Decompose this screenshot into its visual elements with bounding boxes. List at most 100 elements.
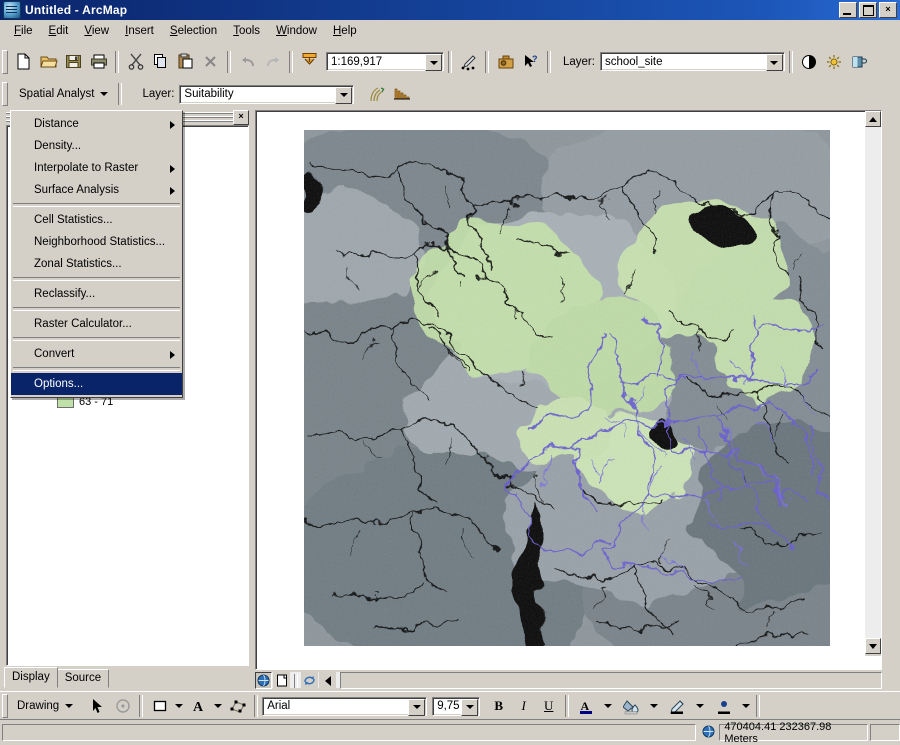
font-size-combo[interactable]: 9,75: [432, 696, 481, 716]
menu-item-zonal-statistics[interactable]: Zonal Statistics...: [11, 253, 182, 275]
add-data-icon[interactable]: [297, 50, 322, 74]
chevron-down-icon[interactable]: [765, 54, 783, 71]
map-scale-combo[interactable]: 1:169,917: [326, 52, 444, 71]
toolbar-separator: [448, 50, 452, 73]
print-icon[interactable]: [86, 50, 111, 74]
copy-icon[interactable]: [148, 50, 173, 74]
editor-toolbar-icon[interactable]: [456, 50, 481, 74]
line-color-icon[interactable]: [665, 694, 690, 718]
menu-item-surface-analysis[interactable]: Surface Analysis: [11, 179, 182, 201]
undo-arrow-icon[interactable]: [235, 50, 260, 74]
map-display-frame[interactable]: [255, 110, 882, 670]
toc-close-button[interactable]: ×: [233, 109, 249, 125]
toolbar-grip[interactable]: [2, 694, 8, 718]
toolbar-grip[interactable]: [2, 82, 8, 106]
suitability-raster-map[interactable]: [304, 130, 830, 646]
redo-arrow-icon[interactable]: [260, 50, 285, 74]
tab-display[interactable]: Display: [4, 667, 58, 688]
menu-tools[interactable]: Tools: [225, 22, 268, 40]
close-button[interactable]: ×: [879, 2, 897, 18]
new-document-icon[interactable]: [11, 50, 36, 74]
chevron-down-icon[interactable]: [408, 698, 426, 716]
chevron-down-icon[interactable]: [425, 54, 442, 71]
maximize-button[interactable]: [859, 2, 877, 18]
scroll-track[interactable]: [865, 127, 881, 638]
toolbar-grip[interactable]: [2, 49, 8, 74]
font-color-icon[interactable]: A: [573, 694, 598, 718]
rotate-icon[interactable]: [110, 694, 135, 718]
map-vertical-scrollbar[interactable]: [865, 111, 881, 656]
new-rectangle-icon[interactable]: [147, 694, 172, 718]
menu-item-interpolate-to-raster[interactable]: Interpolate to Raster: [11, 157, 182, 179]
menu-item-raster-calculator[interactable]: Raster Calculator...: [11, 313, 182, 335]
menu-edit[interactable]: Edit: [41, 22, 77, 40]
underline-button[interactable]: U: [536, 694, 561, 718]
toolbar-separator: [788, 50, 793, 73]
pause-drawing-icon[interactable]: [319, 672, 336, 689]
menu-file[interactable]: FFileile: [6, 22, 41, 40]
select-arrow-icon[interactable]: [85, 694, 110, 718]
chevron-down-icon[interactable]: [696, 704, 705, 708]
italic-button[interactable]: I: [511, 694, 536, 718]
spatial-analyst-menu-button[interactable]: Spatial Analyst: [13, 83, 115, 105]
menu-separator: [13, 203, 180, 207]
new-text-icon[interactable]: A: [186, 694, 211, 718]
paste-icon[interactable]: [173, 50, 198, 74]
menu-view[interactable]: View: [76, 22, 117, 40]
chevron-down-icon[interactable]: [335, 86, 353, 104]
open-folder-icon[interactable]: [36, 50, 61, 74]
save-icon[interactable]: [61, 50, 86, 74]
delete-x-icon[interactable]: [198, 50, 223, 74]
menu-item-cell-statistics[interactable]: Cell Statistics...: [11, 209, 182, 231]
minimize-button[interactable]: [839, 2, 857, 18]
tab-source[interactable]: Source: [56, 669, 110, 688]
arctoolbox-icon[interactable]: [493, 50, 518, 74]
chevron-down-icon[interactable]: [172, 694, 186, 718]
spatial-analyst-dropdown-menu[interactable]: Distance Density... Interpolate to Raste…: [10, 110, 183, 398]
menu-window[interactable]: Window: [268, 22, 325, 40]
fill-color-icon[interactable]: [619, 694, 644, 718]
layout-view-icon[interactable]: [273, 672, 290, 689]
marker-color-icon[interactable]: [711, 694, 736, 718]
drawing-menu-button[interactable]: Drawing: [11, 695, 80, 717]
font-color-button[interactable]: A: [573, 694, 613, 718]
font-name-combo[interactable]: Arial: [262, 696, 428, 716]
chevron-down-icon[interactable]: [650, 704, 659, 708]
contrast-icon[interactable]: [797, 50, 822, 74]
scroll-down-button[interactable]: [865, 638, 881, 654]
contour-icon[interactable]: [364, 82, 389, 106]
chevron-down-icon[interactable]: [211, 694, 225, 718]
whats-this-help-icon[interactable]: ?: [518, 50, 543, 74]
toolbar-separator: [547, 50, 551, 73]
menu-separator: [13, 337, 180, 341]
chevron-down-icon[interactable]: [742, 704, 751, 708]
histogram-icon[interactable]: [389, 82, 414, 106]
spatial-analyst-layer-combo[interactable]: Suitability: [179, 84, 355, 104]
scroll-up-button[interactable]: [865, 111, 881, 127]
image-layer-combo[interactable]: school_site: [599, 52, 785, 71]
menu-item-density[interactable]: Density...: [11, 135, 182, 157]
menu-item-label: Surface Analysis: [34, 184, 120, 196]
coordinate-readout: 470404.41 232367.98 Meters: [719, 721, 869, 745]
chevron-down-icon[interactable]: [604, 704, 613, 708]
transparency-icon[interactable]: [847, 50, 872, 74]
menu-selection[interactable]: Selection: [162, 22, 225, 40]
bold-button[interactable]: B: [486, 694, 511, 718]
menu-item-neighborhood-statistics[interactable]: Neighborhood Statistics...: [11, 231, 182, 253]
chevron-down-icon[interactable]: [461, 698, 479, 716]
menu-item-convert[interactable]: Convert: [11, 343, 182, 365]
edit-vertices-icon[interactable]: [225, 694, 250, 718]
menu-item-reclassify[interactable]: Reclassify...: [11, 283, 182, 305]
brightness-icon[interactable]: [822, 50, 847, 74]
window-title: Untitled - ArcMap: [25, 3, 128, 17]
data-view-icon[interactable]: [255, 672, 272, 689]
fill-color-button[interactable]: [619, 694, 659, 718]
line-color-button[interactable]: [665, 694, 705, 718]
refresh-view-icon[interactable]: [301, 672, 318, 689]
menu-insert[interactable]: Insert: [117, 22, 162, 40]
menu-help[interactable]: Help: [325, 22, 365, 40]
marker-color-button[interactable]: [711, 694, 751, 718]
menu-item-distance[interactable]: Distance: [11, 113, 182, 135]
cut-scissors-icon[interactable]: [123, 50, 148, 74]
menu-item-options[interactable]: Options...: [11, 373, 182, 395]
